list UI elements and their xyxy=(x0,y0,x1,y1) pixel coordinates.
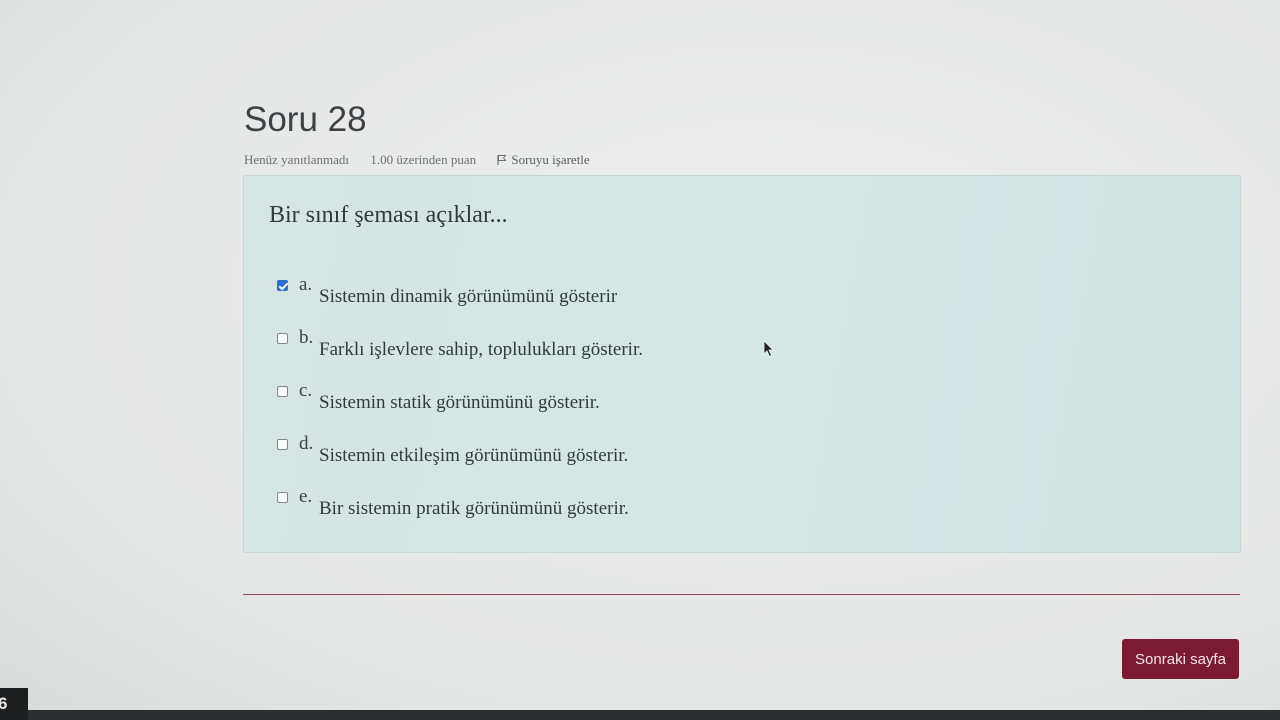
question-status: Henüz yanıtlanmadı xyxy=(244,152,350,167)
answer-letter: b. xyxy=(299,327,314,348)
question-text: Bir sınıf şeması açıklar... xyxy=(269,202,508,228)
flag-question-link[interactable]: Soruyu işaretle xyxy=(497,152,607,167)
question-info: Henüz yanıtlanmadı 1.00 üzerinden puan S… xyxy=(244,152,626,168)
question-points: 1.00 üzerinden puan xyxy=(370,152,477,167)
flag-label: Soruyu işaretle xyxy=(511,152,590,167)
answer-checkbox-a[interactable] xyxy=(277,280,288,291)
answer-text: Farklı işlevlere sahip, toplulukları gös… xyxy=(319,339,643,360)
answer-checkbox-e[interactable] xyxy=(277,492,288,503)
divider xyxy=(243,594,1240,595)
question-header: Soru 28 xyxy=(244,98,367,142)
mouse-pointer-icon xyxy=(763,340,774,358)
answer-text: Sistemin statik görünümünü gösterir. xyxy=(319,392,600,413)
taskbar-corner-label: 6 xyxy=(0,688,28,720)
next-page-button[interactable]: Sonraki sayfa xyxy=(1122,639,1239,679)
answer-text: Bir sistemin pratik görünümünü gösterir. xyxy=(319,498,629,519)
answer-letter: c. xyxy=(299,380,313,401)
question-panel: Bir sınıf şeması açıklar... a. Sistemin … xyxy=(243,175,1241,553)
answer-letter: d. xyxy=(299,433,314,454)
answer-checkbox-b[interactable] xyxy=(277,333,288,344)
answer-checkbox-d[interactable] xyxy=(277,439,288,450)
answer-checkbox-c[interactable] xyxy=(277,386,288,397)
answer-letter: a. xyxy=(299,274,313,295)
taskbar xyxy=(0,710,1280,720)
question-title: Soru 28 xyxy=(244,100,367,139)
answer-text: Sistemin etkileşim görünümünü gösterir. xyxy=(319,445,629,466)
answer-letter: e. xyxy=(299,486,313,507)
flag-icon xyxy=(497,155,507,165)
answer-text: Sistemin dinamik görünümünü gösterir xyxy=(319,286,618,307)
